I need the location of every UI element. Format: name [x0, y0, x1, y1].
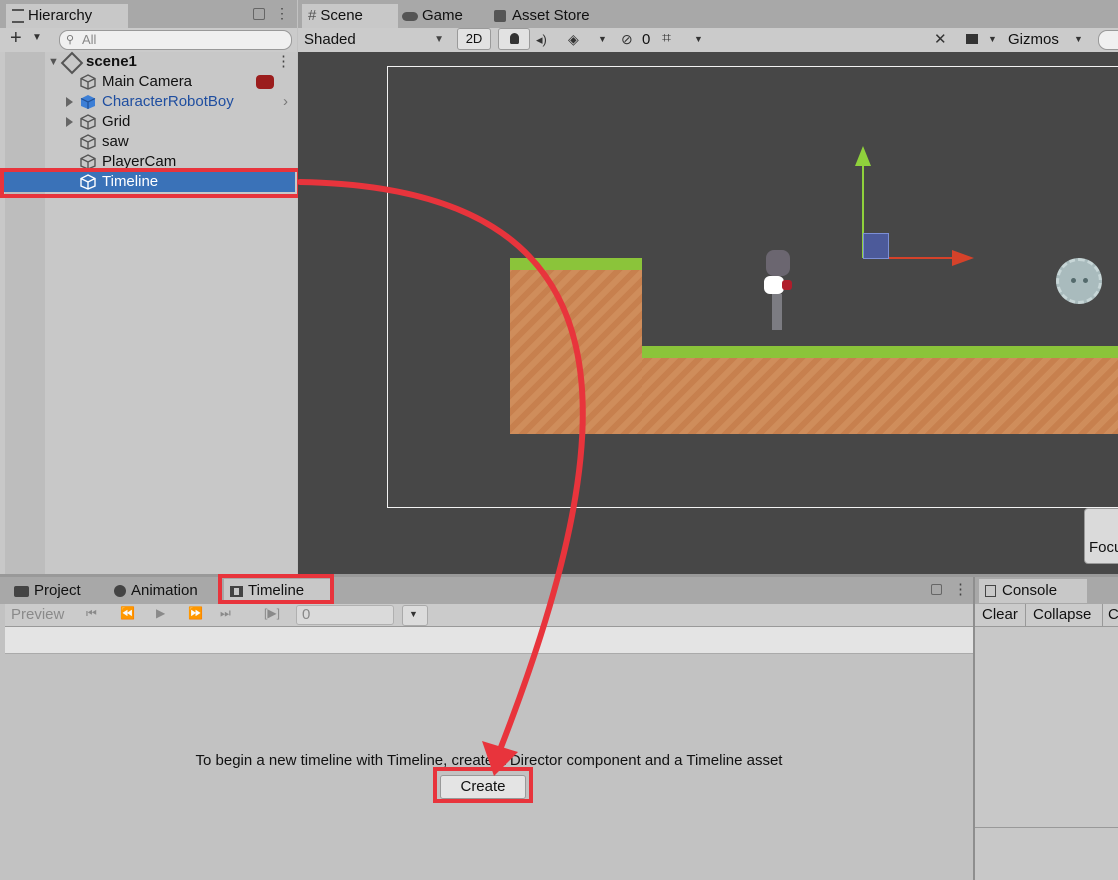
annotation-arrow [297, 179, 586, 776]
